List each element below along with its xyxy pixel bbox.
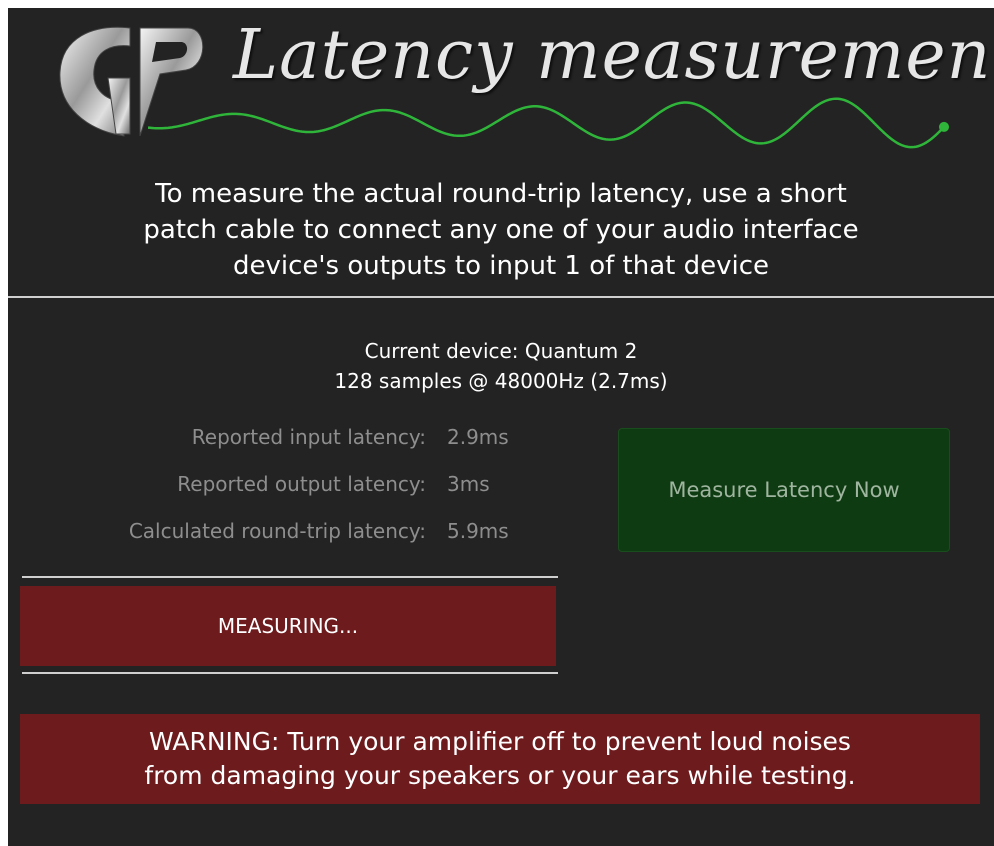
warning-line: from damaging your speakers or your ears… [144,761,856,790]
calculated-roundtrip-latency-row: Calculated round-trip latency: 5.9ms [8,516,568,546]
signal-wave-graphic [148,97,949,149]
instructions-line: device's outputs to input 1 of that devi… [232,251,770,281]
divider [22,576,558,578]
warning-line: WARNING: Turn your amplifier off to prev… [149,727,851,756]
reported-input-latency-row: Reported input latency: 2.9ms [8,422,568,452]
buffer-config-label: 128 samples @ 48000Hz (2.7ms) [334,369,668,393]
stat-label: Calculated round-trip latency: [128,519,426,543]
stat-value: 3ms [447,472,490,496]
reported-output-latency-row: Reported output latency: 3ms [8,469,568,499]
divider [22,672,558,674]
stat-label: Reported output latency: [177,472,426,496]
instructions-line: patch cable to connect any one of your a… [143,215,859,245]
current-device-label: Current device: Quantum 2 [364,339,638,363]
stat-value: 2.9ms [447,425,509,449]
device-info: Current device: Quantum 2 128 samples @ … [8,336,994,396]
warning-banner: WARNING: Turn your amplifier off to prev… [20,714,980,804]
instructions-text: To measure the actual round-trip latency… [8,176,994,284]
stat-label: Reported input latency: [191,425,426,449]
divider [8,296,994,298]
measuring-status-button[interactable]: MEASURING... [20,586,556,666]
header: Latency measurement [8,8,994,168]
instructions-line: To measure the actual round-trip latency… [155,179,847,209]
latency-measurement-window: Latency measurement To measure the actua… [8,8,994,846]
stat-value: 5.9ms [447,519,509,543]
measure-latency-button[interactable]: Measure Latency Now [618,428,950,552]
